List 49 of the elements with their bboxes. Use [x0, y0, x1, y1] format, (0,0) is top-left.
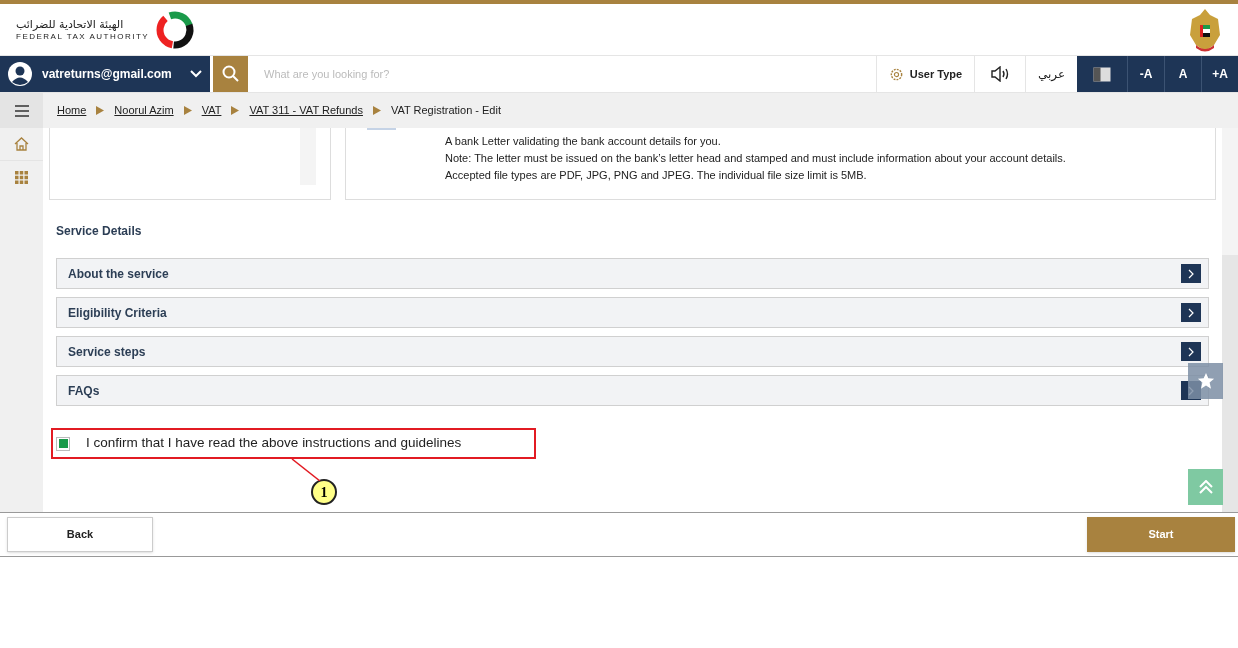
accordion-row[interactable]: About the service [56, 258, 1209, 289]
accordion-row[interactable]: Eligibility Criteria [56, 297, 1209, 328]
logo-arabic-text: الهيئة الاتحادية للضرائب [16, 17, 124, 32]
scrollbar-thumb[interactable] [1222, 255, 1238, 512]
menu-icon [14, 104, 29, 117]
accordion-row[interactable]: FAQs [56, 375, 1209, 406]
note-text: Accepted file types are PDF, JPG, PNG and JPEG. The individual file size limit is 5MB. [445, 168, 868, 183]
double-chevron-up-icon [1198, 480, 1213, 494]
note-text: Note: The letter must be issued on the bank’s letter head and stamped and must include information about your account details. [445, 151, 1067, 166]
contrast-icon [1093, 66, 1111, 82]
section-heading: Service Details [56, 223, 143, 240]
breadcrumb-link[interactable]: VAT 311 - VAT Refunds [249, 102, 363, 119]
account-menu[interactable]: vatreturns@gmail.com [0, 56, 210, 92]
back-button[interactable]: Back [7, 517, 153, 552]
menu-button[interactable] [0, 93, 43, 128]
contrast-button[interactable] [1077, 56, 1127, 92]
star-icon [1196, 372, 1215, 390]
triangle-icon [183, 106, 192, 115]
gear-icon [888, 66, 904, 82]
breadcrumb-link[interactable]: VAT [201, 102, 222, 119]
expand-icon [1181, 342, 1201, 361]
logo-text: FEDERAL TAX AUTHORITY [16, 31, 150, 42]
breadcrumb-link[interactable]: Noorul Azim [114, 102, 174, 119]
checkbox[interactable] [56, 436, 70, 451]
search-icon [221, 65, 240, 83]
chevron-down-icon [190, 70, 202, 78]
home-icon [14, 137, 29, 151]
confirm-label: I confirm that I have read the above instructions and guidelines [86, 434, 462, 453]
triangle-icon [96, 106, 105, 115]
font-size-button[interactable]: -A [1127, 56, 1164, 92]
start-button[interactable]: Start [1087, 517, 1235, 552]
breadcrumb-link[interactable]: Home [57, 102, 87, 119]
callout-number: 1 [311, 479, 337, 505]
expand-icon [1181, 303, 1201, 322]
grid-icon [15, 171, 28, 184]
user-type-button[interactable]: User Type [876, 56, 974, 92]
font-size-button[interactable]: A [1164, 56, 1201, 92]
search-button[interactable] [213, 56, 248, 92]
accordion-row[interactable]: Service steps [56, 336, 1209, 367]
favorite-button[interactable] [1188, 363, 1223, 399]
triangle-icon [372, 106, 381, 115]
note-text: A bank Letter validating the bank account details for you. [445, 134, 722, 149]
search-field[interactable]: What are you looking for? [248, 56, 876, 92]
expand-icon [1181, 264, 1201, 283]
breadcrumb-current: VAT Registration - Edit [390, 103, 501, 119]
font-size-button[interactable]: +A [1201, 56, 1238, 92]
speaker-icon [990, 66, 1010, 82]
avatar-icon [8, 62, 32, 86]
triangle-icon [231, 106, 240, 115]
